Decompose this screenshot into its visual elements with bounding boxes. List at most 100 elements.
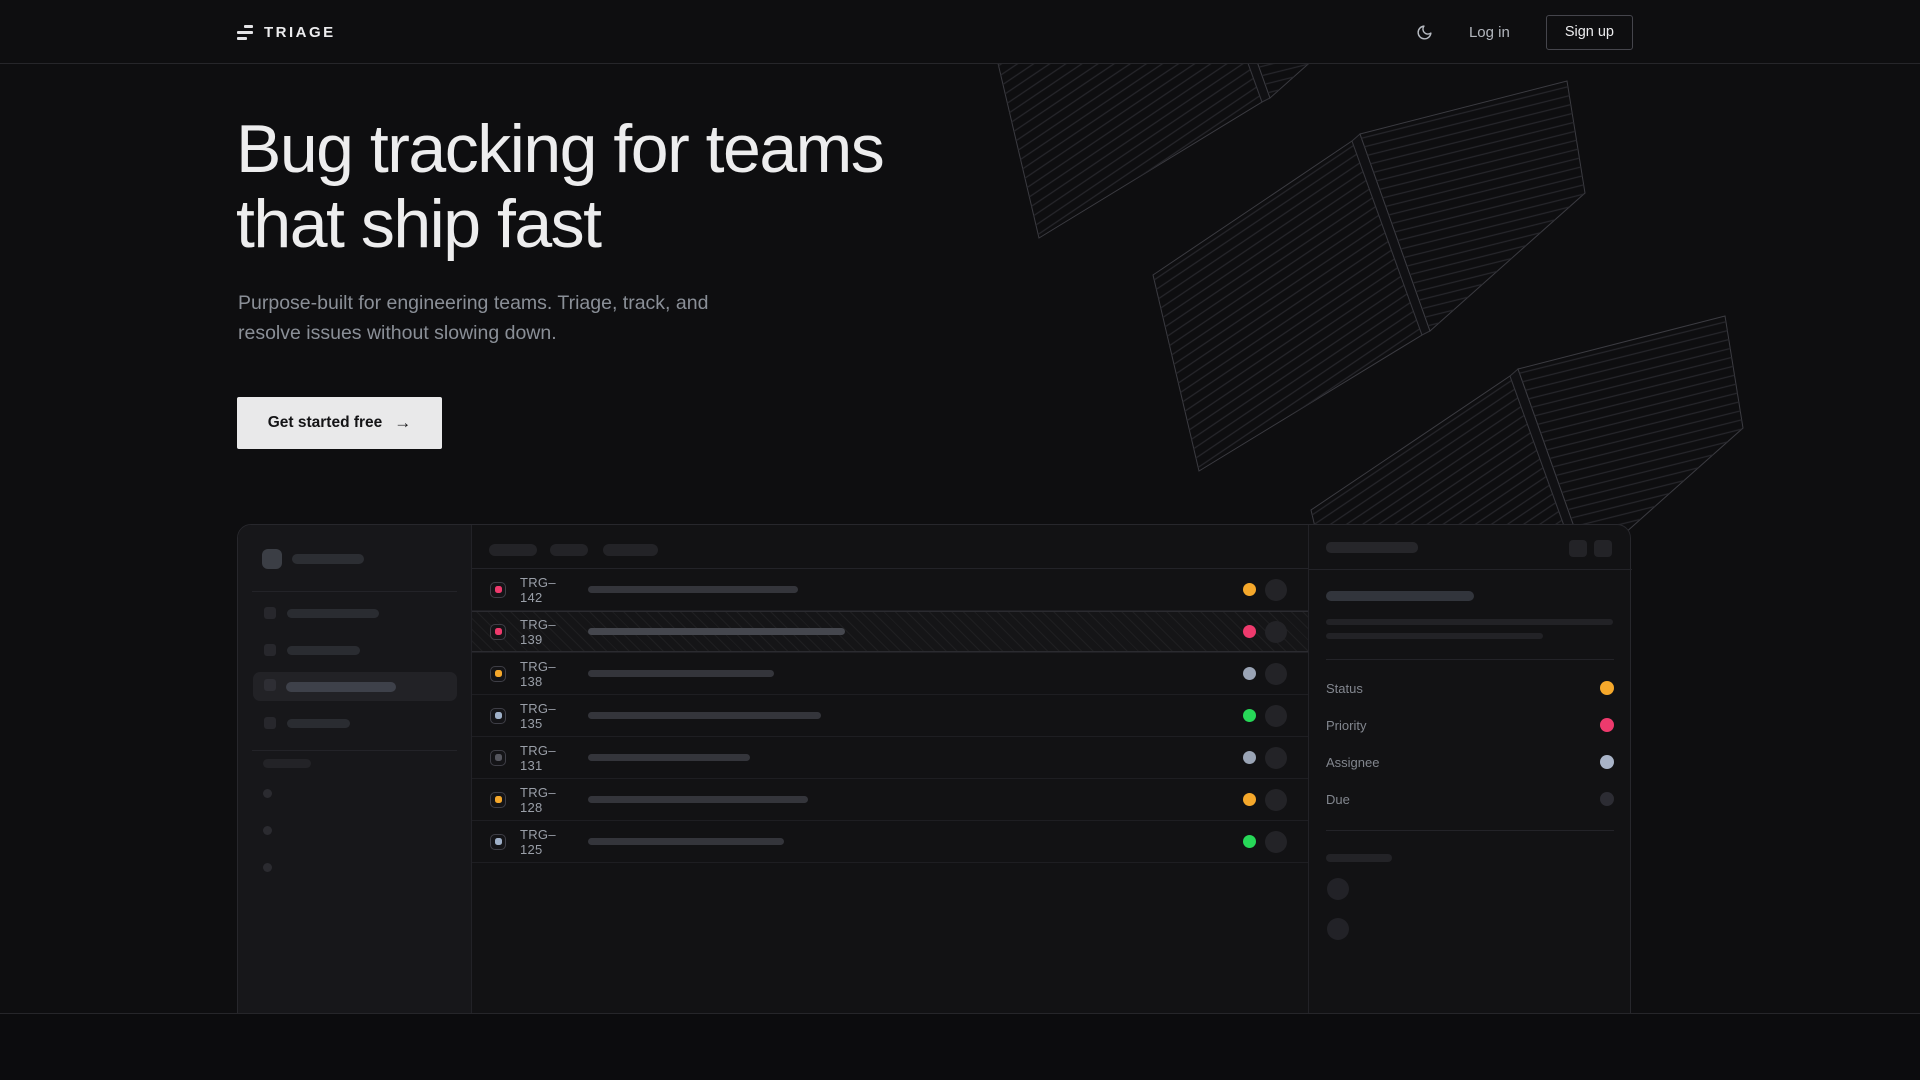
sidebar-active-placeholder — [286, 682, 396, 692]
issue-row[interactable]: TRG–139 — [471, 611, 1308, 653]
detail-divider — [1326, 830, 1614, 831]
get-started-button[interactable]: Get started free → — [237, 397, 442, 449]
sidebar-bullet — [263, 826, 272, 835]
list-header — [471, 525, 1308, 569]
sidebar-nav-placeholder[interactable] — [287, 719, 350, 728]
brand-logo[interactable]: TRIAGE — [237, 0, 336, 64]
detail-field-row[interactable]: Priority — [1326, 718, 1614, 732]
issue-status-dot — [1243, 793, 1256, 806]
sidebar-nav-icon — [264, 607, 276, 619]
activity-avatar — [1327, 878, 1349, 900]
signup-button[interactable]: Sign up — [1546, 15, 1633, 50]
detail-action-button[interactable] — [1594, 540, 1612, 557]
detail-field-label: Priority — [1326, 718, 1366, 733]
workspace-avatar — [262, 549, 282, 569]
issue-type-icon — [490, 582, 506, 598]
issue-assignee-avatar — [1265, 831, 1287, 853]
issue-status-dot — [1243, 583, 1256, 596]
sidebar-bullet — [263, 863, 272, 872]
issue-title-placeholder — [588, 628, 845, 635]
app-preview-section: TRG–142 TRG–139 TRG–138 TRG–135 TRG–131 … — [0, 524, 1920, 1013]
detail-field-value-dot — [1600, 718, 1614, 732]
mock-issue-list: TRG–142 TRG–139 TRG–138 TRG–135 TRG–131 … — [471, 525, 1308, 1013]
detail-field-value-dot — [1600, 792, 1614, 806]
issue-type-icon — [490, 750, 506, 766]
list-tab-placeholder[interactable] — [489, 544, 537, 556]
detail-text-placeholder — [1326, 619, 1613, 625]
arrow-right-icon: → — [394, 413, 411, 433]
issue-type-icon — [490, 624, 506, 640]
activity-label-placeholder — [1326, 854, 1392, 862]
detail-text-placeholder — [1326, 633, 1543, 639]
triage-logo-icon — [237, 25, 253, 40]
issue-type-icon — [490, 792, 506, 808]
top-nav: TRIAGE Log in Sign up — [0, 0, 1920, 64]
issue-id: TRG–139 — [520, 617, 572, 647]
issue-type-icon — [490, 708, 506, 724]
detail-field-row[interactable]: Assignee — [1326, 755, 1614, 769]
issue-title-placeholder — [588, 796, 808, 803]
detail-field-value-dot — [1600, 755, 1614, 769]
app-preview-card: TRG–142 TRG–139 TRG–138 TRG–135 TRG–131 … — [237, 524, 1631, 1013]
login-link[interactable]: Log in — [1469, 24, 1510, 41]
sidebar-divider — [252, 750, 457, 751]
issue-assignee-avatar — [1265, 747, 1287, 769]
detail-field-value-dot — [1600, 681, 1614, 695]
nav-actions: Log in Sign up — [1416, 0, 1633, 64]
issue-assignee-avatar — [1265, 621, 1287, 643]
hero-heading-line2: that ship fast — [236, 187, 883, 262]
detail-field-label: Assignee — [1326, 755, 1379, 770]
detail-breadcrumb-placeholder — [1326, 542, 1418, 553]
sidebar-divider — [252, 591, 457, 592]
detail-field-label: Due — [1326, 792, 1350, 807]
issue-assignee-avatar — [1265, 579, 1287, 601]
issue-type-icon — [490, 666, 506, 682]
hero-heading-line1: Bug tracking for teams — [236, 112, 883, 187]
issue-status-dot — [1243, 667, 1256, 680]
issue-row[interactable]: TRG–131 — [471, 737, 1308, 779]
column-divider — [1308, 525, 1309, 1013]
landing-page: TRIAGE Log in Sign up Bug tracking for t… — [0, 0, 1920, 1080]
issue-title-placeholder — [588, 586, 798, 593]
sidebar-section-placeholder — [263, 759, 311, 768]
sidebar-nav-icon — [264, 717, 276, 729]
get-started-label: Get started free — [268, 414, 383, 432]
detail-action-button[interactable] — [1569, 540, 1587, 557]
issue-title-placeholder — [588, 670, 774, 677]
column-divider — [471, 525, 472, 1013]
issue-row[interactable]: TRG–135 — [471, 695, 1308, 737]
issue-row[interactable]: TRG–128 — [471, 779, 1308, 821]
issue-type-icon — [490, 834, 506, 850]
list-tab-placeholder[interactable] — [603, 544, 658, 556]
issue-row[interactable]: TRG–125 — [471, 821, 1308, 863]
issue-row[interactable]: TRG–142 — [471, 569, 1308, 611]
issue-status-dot — [1243, 751, 1256, 764]
issue-id: TRG–128 — [520, 785, 572, 815]
detail-title-placeholder — [1326, 591, 1474, 601]
issue-assignee-avatar — [1265, 789, 1287, 811]
list-tab-placeholder[interactable] — [550, 544, 588, 556]
detail-field-row[interactable]: Due — [1326, 792, 1614, 806]
issue-id: TRG–135 — [520, 701, 572, 731]
activity-avatar — [1327, 918, 1349, 940]
brand-name: TRIAGE — [264, 24, 336, 41]
issue-title-placeholder — [588, 712, 821, 719]
detail-field-row[interactable]: Status — [1326, 681, 1614, 695]
hero-subtitle: Purpose-built for engineering teams. Tri… — [238, 288, 718, 348]
issue-id: TRG–125 — [520, 827, 572, 857]
footer — [0, 1013, 1920, 1080]
detail-field-label: Status — [1326, 681, 1363, 696]
issue-id: TRG–142 — [520, 575, 572, 605]
sidebar-nav-placeholder[interactable] — [287, 646, 360, 655]
issue-id: TRG–131 — [520, 743, 572, 773]
moon-icon[interactable] — [1416, 24, 1433, 41]
workspace-name-placeholder — [292, 554, 364, 564]
issue-status-dot — [1243, 835, 1256, 848]
issue-assignee-avatar — [1265, 663, 1287, 685]
mock-detail-panel: Status Priority Assignee Due — [1308, 525, 1632, 1013]
issue-title-placeholder — [588, 838, 784, 845]
issue-row[interactable]: TRG–138 — [471, 653, 1308, 695]
sidebar-nav-placeholder[interactable] — [287, 609, 379, 618]
sidebar-nav-icon — [264, 679, 276, 691]
issue-assignee-avatar — [1265, 705, 1287, 727]
